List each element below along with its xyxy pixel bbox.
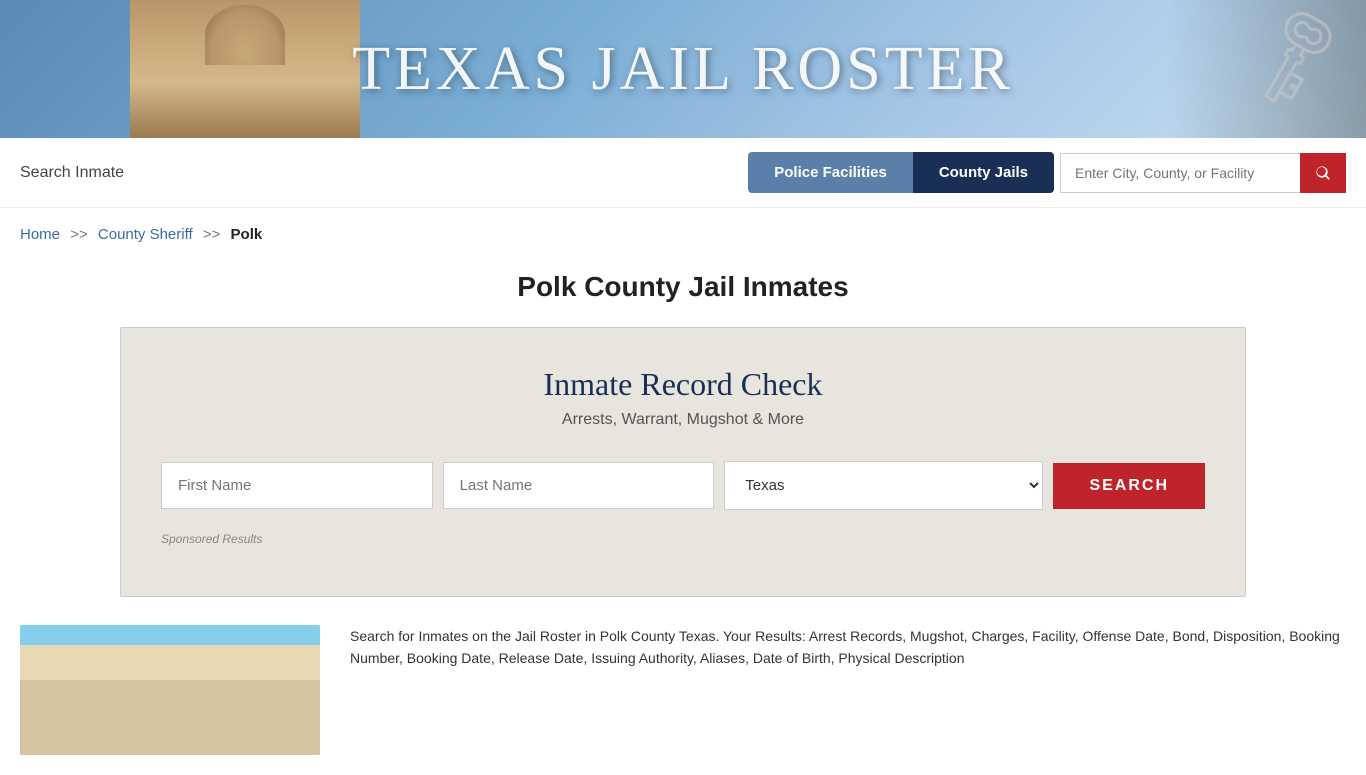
page-title-wrap: Polk County Jail Inmates bbox=[0, 261, 1366, 327]
nav-search-wrap bbox=[1060, 153, 1346, 193]
bottom-description: Search for Inmates on the Jail Roster in… bbox=[350, 625, 1346, 670]
building-facade bbox=[20, 680, 320, 755]
breadcrumb-sep-2: >> bbox=[203, 226, 221, 243]
breadcrumb-county-sheriff[interactable]: County Sheriff bbox=[98, 226, 193, 243]
state-select[interactable]: Texas Alabama Alaska Arizona Arkansas Ca… bbox=[724, 461, 1043, 510]
record-check-subtitle: Arrests, Warrant, Mugshot & More bbox=[161, 411, 1205, 429]
key-icon: 🗝 bbox=[1231, 0, 1359, 119]
breadcrumb-home[interactable]: Home bbox=[20, 226, 60, 243]
record-check-form: Texas Alabama Alaska Arizona Arkansas Ca… bbox=[161, 461, 1205, 510]
first-name-input[interactable] bbox=[161, 462, 433, 509]
search-icon bbox=[1314, 164, 1332, 182]
record-check-title: Inmate Record Check bbox=[161, 366, 1205, 403]
record-search-button[interactable]: SEARCH bbox=[1053, 463, 1205, 509]
nav-search-button[interactable] bbox=[1300, 153, 1346, 193]
record-check-box: Inmate Record Check Arrests, Warrant, Mu… bbox=[120, 327, 1246, 597]
capitol-dome bbox=[205, 5, 285, 65]
banner-right-decoration: 🗝 bbox=[1166, 0, 1366, 138]
county-jails-button[interactable]: County Jails bbox=[913, 152, 1054, 193]
breadcrumb: Home >> County Sheriff >> Polk bbox=[0, 208, 1366, 261]
nav-bar: Search Inmate Police Facilities County J… bbox=[0, 138, 1366, 208]
last-name-input[interactable] bbox=[443, 462, 715, 509]
nav-facility-buttons: Police Facilities County Jails bbox=[748, 152, 1054, 193]
polk-county-building-image bbox=[20, 625, 320, 755]
bottom-section: Search for Inmates on the Jail Roster in… bbox=[0, 597, 1366, 775]
header-banner: Texas Jail Roster 🗝 bbox=[0, 0, 1366, 138]
site-title: Texas Jail Roster bbox=[352, 34, 1014, 105]
police-facilities-button[interactable]: Police Facilities bbox=[748, 152, 913, 193]
breadcrumb-current: Polk bbox=[231, 226, 263, 243]
nav-search-input[interactable] bbox=[1060, 153, 1300, 193]
page-title: Polk County Jail Inmates bbox=[20, 271, 1346, 303]
breadcrumb-sep-1: >> bbox=[70, 226, 88, 243]
sponsored-label: Sponsored Results bbox=[161, 532, 1205, 546]
capitol-building-image bbox=[130, 0, 360, 138]
search-inmate-label: Search Inmate bbox=[20, 164, 124, 182]
